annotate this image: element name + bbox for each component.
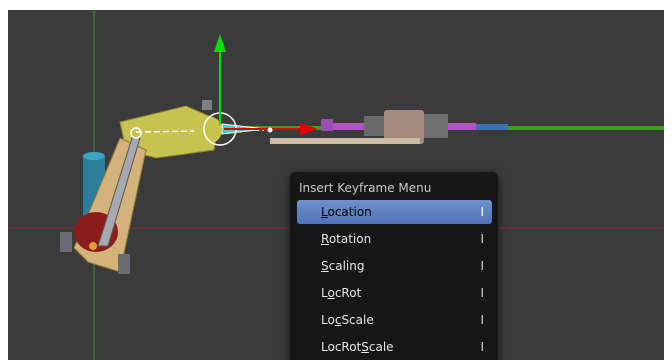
gizmo-z-arrow[interactable] (214, 34, 226, 52)
menu-item-label: Rotation (321, 232, 372, 246)
gizmo-dot (267, 127, 273, 133)
joint-dot (89, 242, 97, 250)
grey-block-left (364, 116, 386, 136)
menu-item-label: Scaling (321, 259, 365, 273)
magenta-shaft-right (446, 123, 476, 130)
flat-plate (270, 138, 420, 144)
menu-item-label: LocRotScale (321, 340, 394, 354)
grey-cap-top (202, 100, 212, 110)
3d-viewport[interactable]: Insert Keyframe Menu Location I Rotation… (8, 10, 664, 360)
menu-item-location[interactable]: Location I (297, 200, 492, 224)
grey-block-right (424, 114, 448, 138)
teal-cylinder-top (83, 152, 105, 160)
menu-item-shortcut: I (480, 232, 484, 246)
menu-item-locrotscale[interactable]: LocRotScale I (297, 335, 492, 359)
menu-item-locscale[interactable]: LocScale I (297, 308, 492, 332)
menu-item-label: LocScale (321, 313, 374, 327)
gizmo-x-arrow[interactable] (300, 123, 318, 135)
menu-item-rotation[interactable]: Rotation I (297, 227, 492, 251)
menu-item-shortcut: I (480, 205, 484, 219)
menu-item-shortcut: I (480, 286, 484, 300)
menu-title: Insert Keyframe Menu (299, 181, 432, 195)
menu-item-shortcut: I (480, 313, 484, 327)
menu-item-label: Location (321, 205, 372, 219)
menu-item-label: LocRot (321, 286, 362, 300)
menu-item-shortcut: I (480, 340, 484, 354)
grey-pad-right (118, 254, 130, 274)
purple-cube (321, 119, 333, 131)
menu-item-locrot[interactable]: LocRot I (297, 281, 492, 305)
grey-pad-left (60, 232, 72, 252)
menu-item-scaling[interactable]: Scaling I (297, 254, 492, 278)
menu-item-shortcut: I (480, 259, 484, 273)
insert-keyframe-menu: Insert Keyframe Menu Location I Rotation… (290, 172, 498, 360)
